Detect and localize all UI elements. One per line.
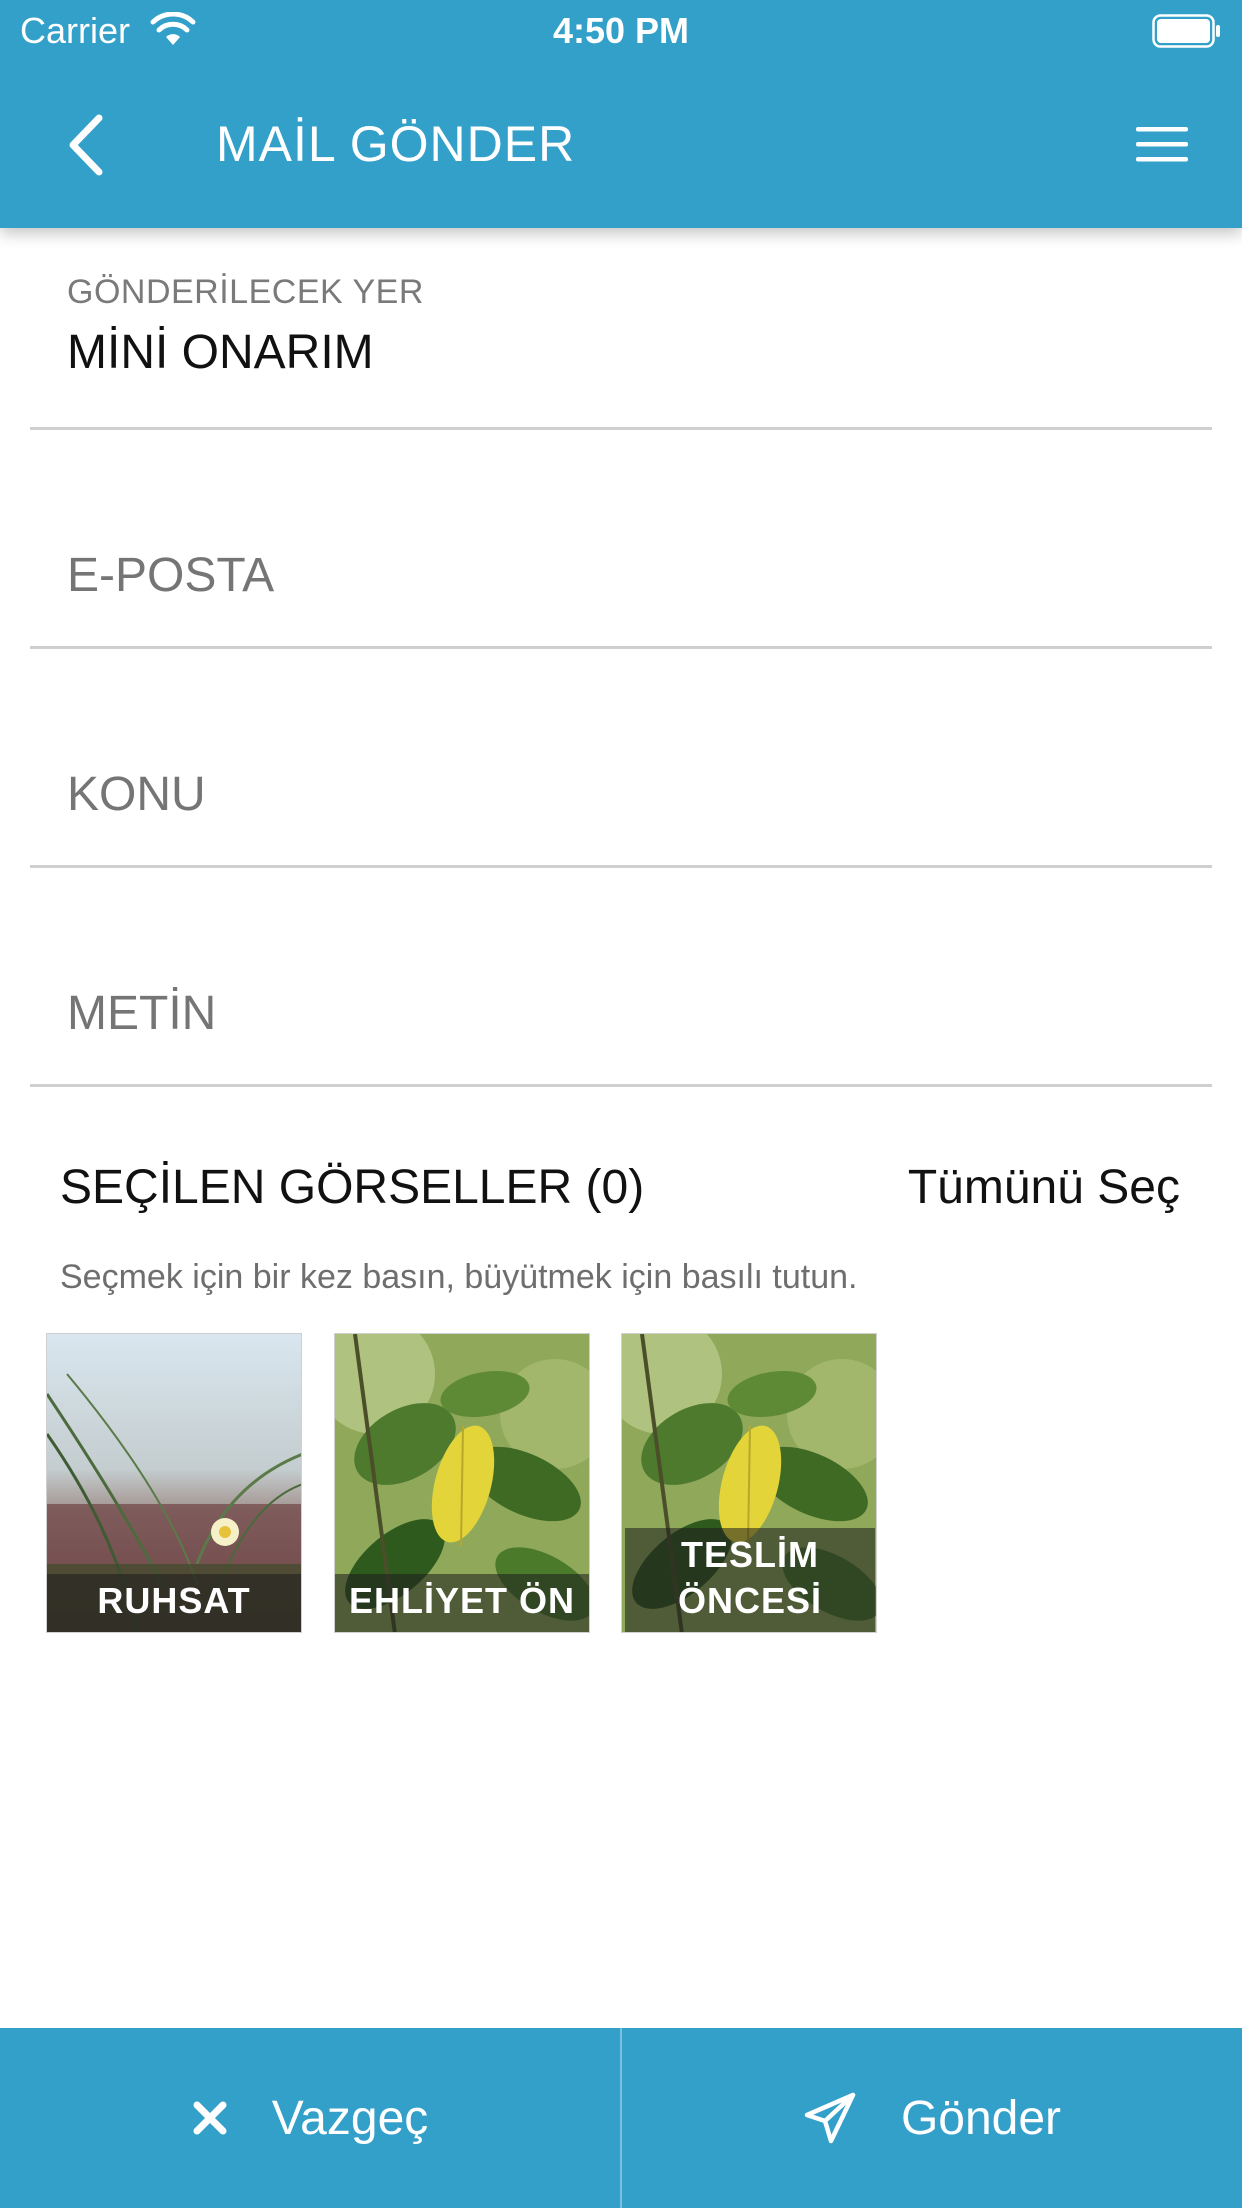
- thumbnail-caption: RUHSAT: [47, 1574, 301, 1632]
- app-header: Carrier 4:50 PM MAİL GÖNDER: [0, 0, 1242, 228]
- image-thumbnail-ruhsat[interactable]: RUHSAT: [46, 1333, 302, 1633]
- select-all-button[interactable]: Tümünü Seç: [908, 1160, 1180, 1215]
- status-time: 4:50 PM: [552, 10, 690, 51]
- recipient-label: GÖNDERİLECEK YER: [67, 273, 424, 311]
- cancel-label: Vazgeç: [271, 2091, 429, 2145]
- back-button[interactable]: [40, 100, 130, 190]
- thumbnail-caption: EHLİYET ÖN: [335, 1574, 589, 1632]
- message-field-container: [30, 868, 1212, 1087]
- chevron-left-icon: [69, 114, 103, 176]
- menu-button[interactable]: [1122, 108, 1202, 180]
- gallery-hint: Seçmek için bir kez basın, büyütmek için…: [60, 1258, 858, 1296]
- message-field[interactable]: [67, 986, 1167, 1041]
- send-button[interactable]: Gönder: [622, 2028, 1242, 2208]
- email-field[interactable]: [67, 548, 1167, 603]
- image-thumbnail-teslim-oncesi[interactable]: TESLİM ÖNCESİ: [621, 1333, 877, 1633]
- close-icon: [193, 2101, 227, 2135]
- battery-icon: [1152, 14, 1220, 48]
- hamburger-menu-icon: [1136, 127, 1188, 162]
- status-bar: Carrier 4:50 PM: [0, 0, 1242, 60]
- navigation-bar: MAİL GÖNDER: [0, 60, 1242, 228]
- recipient-value: MİNİ ONARIM: [67, 326, 374, 379]
- selected-images-title: SEÇİLEN GÖRSELLER (0): [60, 1161, 645, 1214]
- thumbnail-caption: TESLİM ÖNCESİ: [625, 1528, 875, 1632]
- recipient-field[interactable]: GÖNDERİLECEK YER MİNİ ONARIM: [30, 211, 1212, 430]
- subject-field-container: [30, 649, 1212, 868]
- cancel-button[interactable]: Vazgeç: [0, 2028, 620, 2208]
- send-label: Gönder: [900, 2091, 1062, 2145]
- image-thumbnail-ehliyet-on[interactable]: EHLİYET ÖN: [334, 1333, 590, 1633]
- subject-field[interactable]: [67, 767, 1167, 822]
- paper-plane-icon: [804, 2092, 856, 2144]
- email-field-container: [30, 430, 1212, 649]
- bottom-action-bar: Vazgeç Gönder: [0, 2028, 1242, 2208]
- page-title: MAİL GÖNDER: [216, 116, 576, 172]
